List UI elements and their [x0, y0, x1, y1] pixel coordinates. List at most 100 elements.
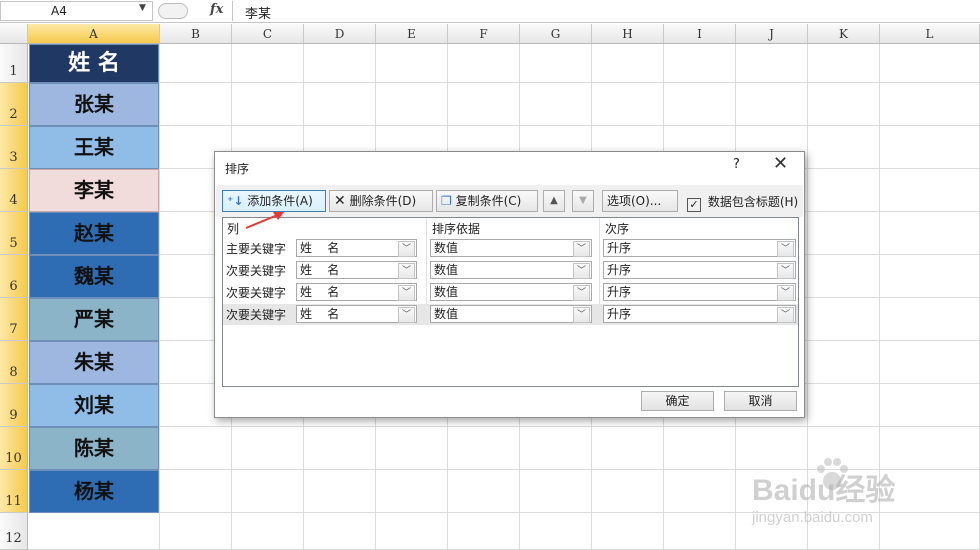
formula-input[interactable]: 李某: [232, 1, 980, 22]
cancel-button[interactable]: 取消: [724, 391, 797, 411]
move-down-button[interactable]: ▼: [572, 190, 594, 212]
rule-sort-on-select[interactable]: 数值 ﹀: [430, 283, 592, 301]
rule-order-value: 升序: [607, 307, 632, 321]
cell-a8[interactable]: 朱某: [29, 341, 159, 384]
row-header-10[interactable]: 10: [0, 427, 28, 470]
rule-order-select[interactable]: 升序 ﹀: [603, 305, 796, 323]
help-button[interactable]: ?: [733, 157, 740, 172]
column-header-b[interactable]: B: [160, 24, 232, 44]
chevron-down-icon[interactable]: ﹀: [777, 307, 794, 323]
sort-levels-list[interactable]: 列 排序依据 次序 主要关键字姓 名 ﹀ 数值 ﹀ 升序 ﹀ 次要关键字姓 名 ﹀ 数值 ﹀ 升序 ﹀…: [222, 217, 799, 387]
has-header-label: 数据包含标题(H): [707, 195, 799, 209]
cell-a11[interactable]: 杨某: [29, 470, 159, 513]
row-header-6[interactable]: 6: [0, 255, 28, 298]
cell-a1-header[interactable]: 姓 名: [29, 44, 159, 83]
row-header-5[interactable]: 5: [0, 212, 28, 255]
row-header-9[interactable]: 9: [0, 384, 28, 427]
delete-icon: ✕: [334, 193, 346, 209]
formula-bar-expand-handle[interactable]: [158, 3, 188, 19]
insert-function-icon[interactable]: fx: [210, 2, 223, 17]
rule-column-value: 姓 名: [300, 285, 340, 299]
chevron-down-icon[interactable]: ﹀: [777, 285, 794, 301]
chevron-down-icon[interactable]: ﹀: [573, 241, 590, 257]
cell-a9[interactable]: 刘某: [29, 384, 159, 427]
chevron-down-icon[interactable]: ▼: [139, 3, 146, 13]
copy-level-button[interactable]: ❐ 复制条件(C): [436, 190, 538, 212]
chevron-down-icon[interactable]: ﹀: [777, 263, 794, 279]
close-button[interactable]: ✕: [773, 153, 788, 174]
cell-a10[interactable]: 陈某: [29, 427, 159, 470]
chevron-down-icon[interactable]: ﹀: [573, 307, 590, 323]
name-box-value: A4: [51, 4, 67, 18]
column-header-k[interactable]: K: [808, 24, 880, 44]
column-header-h[interactable]: H: [592, 24, 664, 44]
order-header: 次序: [605, 222, 630, 236]
delete-level-button[interactable]: ✕ 删除条件(D): [329, 190, 433, 212]
column-header-l[interactable]: L: [880, 24, 980, 44]
column-header-c[interactable]: C: [232, 24, 304, 44]
rule-column-select[interactable]: 姓 名 ﹀: [296, 239, 417, 257]
sort-dialog: 排序 ? ✕ ⁺↓ 添加条件(A) ✕ 删除条件(D) ❐ 复制条件(C) ▲ …: [214, 151, 805, 418]
row-header-8[interactable]: 8: [0, 341, 28, 384]
chevron-down-icon[interactable]: ﹀: [398, 241, 415, 257]
chevron-down-icon[interactable]: ﹀: [398, 285, 415, 301]
row-header-3[interactable]: 3: [0, 126, 28, 169]
row-header-12[interactable]: 12: [0, 513, 28, 550]
column-header-j[interactable]: J: [736, 24, 808, 44]
options-button[interactable]: 选项(O)...: [602, 190, 678, 212]
rule-sort-on-value: 数值: [434, 285, 459, 299]
ok-button[interactable]: 确定: [641, 391, 714, 411]
grid-line: [28, 426, 980, 427]
rule-order-select[interactable]: 升序 ﹀: [603, 239, 796, 257]
rule-label: 主要关键字: [226, 242, 287, 256]
column-header-a[interactable]: A: [28, 24, 160, 44]
column-header-g[interactable]: G: [520, 24, 592, 44]
chevron-down-icon[interactable]: ﹀: [573, 263, 590, 279]
cell-a4[interactable]: 李某: [29, 169, 159, 212]
rule-order-select[interactable]: 升序 ﹀: [603, 283, 796, 301]
move-up-button[interactable]: ▲: [543, 190, 565, 212]
chevron-down-icon[interactable]: ﹀: [398, 307, 415, 323]
cell-a7[interactable]: 严某: [29, 298, 159, 341]
add-level-icon: ⁺↓: [227, 194, 244, 208]
row-header-7[interactable]: 7: [0, 298, 28, 341]
cell-a3[interactable]: 王某: [29, 126, 159, 169]
rule-label: 次要关键字: [226, 308, 287, 322]
row-header-1[interactable]: 1: [0, 44, 28, 83]
sort-on-header: 排序依据: [432, 222, 481, 236]
rule-column-select[interactable]: 姓 名 ﹀: [296, 261, 417, 279]
chevron-down-icon[interactable]: ﹀: [398, 263, 415, 279]
row-header-11[interactable]: 11: [0, 470, 28, 513]
column-header-i[interactable]: I: [664, 24, 736, 44]
rule-column-select[interactable]: 姓 名 ﹀: [296, 305, 417, 323]
name-box[interactable]: A4 ▼: [0, 1, 153, 21]
has-header-checkbox[interactable]: ✓ 数据包含标题(H): [687, 193, 798, 212]
rule-sort-on-select[interactable]: 数值 ﹀: [430, 239, 592, 257]
rule-label: 次要关键字: [226, 286, 287, 300]
rule-sort-on-value: 数值: [434, 307, 459, 321]
rule-order-select[interactable]: 升序 ﹀: [603, 261, 796, 279]
rule-column-value: 姓 名: [300, 241, 340, 255]
rule-sort-on-value: 数值: [434, 263, 459, 277]
annotation-arrow-icon: [245, 212, 284, 229]
rule-column-select[interactable]: 姓 名 ﹀: [296, 283, 417, 301]
formula-value: 李某: [245, 7, 272, 22]
cell-a6[interactable]: 魏某: [29, 255, 159, 298]
chevron-down-icon[interactable]: ﹀: [573, 285, 590, 301]
watermark-brand: Baidu经验: [752, 474, 896, 507]
select-all-corner[interactable]: [0, 24, 28, 44]
cell-a2[interactable]: 张某: [29, 83, 159, 126]
cell-a5[interactable]: 赵某: [29, 212, 159, 255]
formula-bar: A4 ▼ fx 李某: [0, 0, 980, 23]
column-header-d[interactable]: D: [304, 24, 376, 44]
rule-order-value: 升序: [607, 263, 632, 277]
row-header-2[interactable]: 2: [0, 83, 28, 126]
rule-column-value: 姓 名: [300, 263, 340, 277]
column-header-f[interactable]: F: [448, 24, 520, 44]
column-header: 列: [227, 222, 240, 236]
rule-sort-on-select[interactable]: 数值 ﹀: [430, 305, 592, 323]
rule-sort-on-select[interactable]: 数值 ﹀: [430, 261, 592, 279]
row-header-4[interactable]: 4: [0, 169, 28, 212]
chevron-down-icon[interactable]: ﹀: [777, 241, 794, 257]
column-header-e[interactable]: E: [376, 24, 448, 44]
